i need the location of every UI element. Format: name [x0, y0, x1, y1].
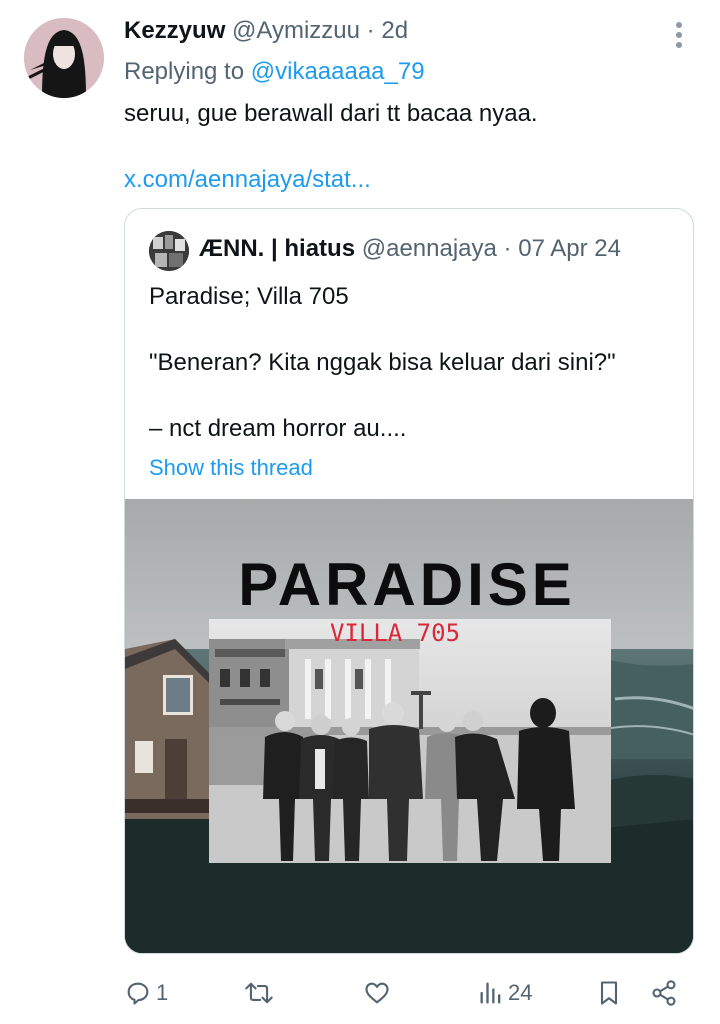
- quoted-avatar-image: [149, 231, 189, 271]
- avatar-image: [24, 18, 104, 98]
- quoted-text-line: Paradise; Villa 705: [149, 283, 349, 310]
- heart-icon: [365, 982, 389, 1004]
- reply-count: 1: [156, 980, 169, 1005]
- quoted-separator: ·: [503, 235, 512, 262]
- tweet-header: Kezzyuw @Aymizzuu · 2d: [124, 17, 408, 45]
- views-count: 24: [508, 980, 533, 1005]
- retweet-icon: [245, 982, 273, 1004]
- author-handle[interactable]: @Aymizzuu: [232, 17, 360, 44]
- tweet-text: seruu, gue berawall dari tt bacaa nyaa.: [124, 100, 538, 127]
- quoted-tweet-card[interactable]: ÆNN. | hiatus @aennajaya · 07 Apr 24 Par…: [124, 208, 694, 954]
- poster-artwork: PARADISE VILLA 705: [125, 499, 693, 953]
- poster-subtitle: VILLA 705: [330, 619, 460, 647]
- tweet-link[interactable]: x.com/aennajaya/stat...: [124, 166, 371, 194]
- replying-to: Replying to @vikaaaaaa_79: [124, 58, 425, 86]
- author-name[interactable]: Kezzyuw: [124, 17, 225, 44]
- reply-icon: [127, 982, 149, 1005]
- show-thread-link[interactable]: Show this thread: [149, 455, 313, 481]
- quoted-text-line: "Beneran? Kita nggak bisa keluar dari si…: [149, 349, 616, 376]
- bookmark-icon: [600, 981, 618, 1005]
- quoted-media-image[interactable]: PARADISE VILLA 705: [125, 499, 693, 953]
- share-icon: [652, 980, 676, 1006]
- quoted-text-line: – nct dream horror au....: [149, 415, 407, 442]
- quoted-author-handle[interactable]: @aennajaya: [362, 235, 497, 262]
- author-avatar[interactable]: [24, 18, 104, 98]
- poster-title: PARADISE: [238, 551, 576, 618]
- quoted-header: ÆNN. | hiatus @aennajaya · 07 Apr 24: [199, 235, 621, 263]
- bookmark-button[interactable]: [596, 976, 622, 1010]
- reply-button[interactable]: 1: [124, 976, 168, 1010]
- tweet-time[interactable]: 2d: [381, 17, 408, 44]
- replying-prefix: Replying to: [124, 58, 245, 85]
- quoted-date[interactable]: 07 Apr 24: [518, 235, 621, 262]
- like-button[interactable]: [362, 976, 396, 1010]
- views-chart-icon: [480, 982, 501, 1004]
- quoted-author-name[interactable]: ÆNN. | hiatus: [199, 235, 355, 262]
- replying-handle[interactable]: @vikaaaaaa_79: [251, 58, 425, 85]
- views-button[interactable]: 24: [478, 976, 532, 1010]
- share-button[interactable]: [650, 976, 678, 1010]
- more-options-icon[interactable]: [664, 18, 694, 52]
- header-separator: ·: [366, 17, 375, 44]
- retweet-button[interactable]: [244, 976, 278, 1010]
- quoted-author-avatar[interactable]: [149, 231, 189, 271]
